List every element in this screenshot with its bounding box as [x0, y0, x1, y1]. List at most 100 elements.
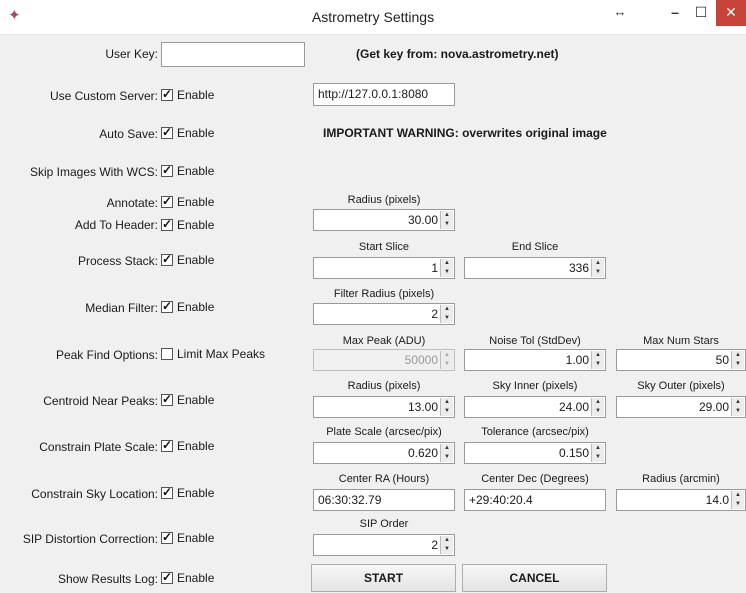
spinner-arrows[interactable]: ▲ ▼: [440, 536, 453, 554]
sky-inner-spinner[interactable]: 24.00 ▲ ▼: [464, 396, 606, 418]
spinner-arrows[interactable]: ▲ ▼: [591, 259, 604, 277]
checkbox-box[interactable]: [161, 299, 173, 313]
title-bar: ✦ Astrometry Settings ↔ – ☐ ✕: [0, 0, 746, 35]
checkbox-text: Enable: [177, 393, 215, 407]
filter-radius-header: Filter Radius (pixels): [333, 288, 435, 300]
tolerance-spinner[interactable]: 0.150 ▲ ▼: [464, 442, 606, 464]
center-ra-input[interactable]: 06:30:32.79: [313, 489, 455, 511]
skip-wcs-checkbox[interactable]: Enable: [161, 163, 214, 178]
spin-down-icon[interactable]: ▼: [732, 500, 744, 509]
annotate-checkbox[interactable]: Enable: [161, 194, 214, 209]
plate-scale-label: Constrain Plate Scale:: [39, 440, 158, 454]
spinner-arrows[interactable]: ▲ ▼: [440, 398, 453, 416]
spin-down-icon[interactable]: ▼: [592, 360, 604, 369]
spinner-value: 2: [431, 538, 438, 552]
spinner-arrows[interactable]: ▲ ▼: [731, 351, 744, 369]
spin-down-icon[interactable]: ▼: [441, 314, 453, 323]
checkbox-box[interactable]: [161, 530, 173, 544]
maximize-icon[interactable]: ☐: [688, 0, 714, 26]
spinner-arrows[interactable]: ▲ ▼: [591, 351, 604, 369]
spinner-arrows[interactable]: ▲ ▼: [731, 491, 744, 509]
checkbox-text: Enable: [177, 439, 215, 453]
end-slice-spinner[interactable]: 336 ▲ ▼: [464, 257, 606, 279]
window-title: Astrometry Settings: [311, 9, 435, 25]
spinner-arrows[interactable]: ▲ ▼: [591, 398, 604, 416]
minimize-icon[interactable]: –: [662, 0, 688, 26]
spinner-value: 336: [568, 261, 589, 275]
plate-scale-spinner[interactable]: 0.620 ▲ ▼: [313, 442, 455, 464]
checkbox-box[interactable]: [161, 485, 173, 499]
checkbox-box[interactable]: [161, 125, 173, 139]
center-dec-header: Center Dec (Degrees): [481, 473, 589, 485]
checkbox-box[interactable]: [161, 217, 173, 231]
start-button[interactable]: START: [311, 564, 456, 592]
spin-down-icon[interactable]: ▼: [732, 360, 744, 369]
noise-tol-header: Noise Tol (StdDev): [489, 335, 581, 347]
tolerance-header: Tolerance (arcsec/pix): [481, 426, 589, 438]
cancel-button[interactable]: CANCEL: [462, 564, 607, 592]
spinner-value: 50000: [404, 353, 438, 367]
start-slice-header: Start Slice: [358, 241, 410, 253]
median-filter-checkbox[interactable]: Enable: [161, 299, 215, 314]
spin-down-icon[interactable]: ▼: [592, 453, 604, 462]
centroid-radius-spinner[interactable]: 13.00 ▲ ▼: [313, 396, 455, 418]
spinner-arrows[interactable]: ▲ ▼: [440, 259, 453, 277]
sky-outer-spinner[interactable]: 29.00 ▲ ▼: [616, 396, 746, 418]
checkbox-box[interactable]: [161, 348, 173, 360]
spinner-arrows[interactable]: ▲ ▼: [440, 211, 453, 229]
sip-checkbox[interactable]: Enable: [161, 530, 215, 545]
add-to-header-checkbox[interactable]: Enable: [161, 217, 215, 232]
sip-order-spinner[interactable]: 2 ▲ ▼: [313, 534, 455, 556]
median-filter-label: Median Filter:: [85, 301, 158, 315]
spin-down-icon[interactable]: ▼: [592, 268, 604, 277]
checkbox-text: Enable: [177, 300, 215, 314]
spinner-arrows[interactable]: ▲ ▼: [440, 305, 453, 323]
spinner-value: 13.00: [407, 400, 438, 414]
checkbox-box[interactable]: [161, 252, 173, 266]
custom-server-checkbox[interactable]: Enable: [161, 87, 214, 102]
checkbox-box[interactable]: [161, 194, 173, 208]
close-icon[interactable]: ✕: [716, 0, 746, 26]
spin-down-icon[interactable]: ▼: [441, 545, 453, 554]
spin-down-icon[interactable]: ▼: [441, 268, 453, 277]
checkbox-box[interactable]: [161, 163, 173, 177]
spinner-arrows: ▲ ▼: [440, 351, 453, 369]
results-log-label: Show Results Log:: [57, 572, 158, 586]
server-url-input[interactable]: http://127.0.0.1:8080: [313, 83, 455, 106]
checkbox-text: Enable: [177, 126, 215, 140]
start-slice-spinner[interactable]: 1 ▲ ▼: [313, 257, 455, 279]
checkbox-text: Enable: [177, 218, 215, 232]
spin-down-icon[interactable]: ▼: [592, 407, 604, 416]
filter-radius-spinner[interactable]: 2 ▲ ▼: [313, 303, 455, 325]
checkbox-box[interactable]: [161, 438, 173, 452]
checkbox-box[interactable]: [161, 87, 173, 101]
spinner-arrows[interactable]: ▲ ▼: [591, 444, 604, 462]
max-num-stars-spinner[interactable]: 50 ▲ ▼: [616, 349, 746, 371]
plate-scale-checkbox[interactable]: Enable: [161, 438, 215, 453]
auto-save-checkbox[interactable]: Enable: [161, 125, 215, 140]
annotate-radius-spinner[interactable]: 30.00 ▲ ▼: [313, 209, 455, 231]
spinner-value: 30.00: [407, 213, 438, 227]
checkbox-box[interactable]: [161, 570, 173, 584]
spin-down-icon[interactable]: ▼: [441, 453, 453, 462]
limit-max-peaks-checkbox[interactable]: Limit Max Peaks: [161, 347, 265, 361]
centroid-checkbox[interactable]: Enable: [161, 392, 215, 407]
spin-down-icon[interactable]: ▼: [732, 407, 744, 416]
centroid-label: Centroid Near Peaks:: [43, 394, 158, 408]
checkbox-box[interactable]: [161, 392, 173, 406]
noise-tol-spinner[interactable]: 1.00 ▲ ▼: [464, 349, 606, 371]
process-stack-checkbox[interactable]: Enable: [161, 252, 214, 267]
resize-arrows-icon[interactable]: ↔: [608, 0, 632, 26]
spinner-arrows[interactable]: ▲ ▼: [440, 444, 453, 462]
center-dec-input[interactable]: +29:40:20.4: [464, 489, 606, 511]
spinner-value: 14.0: [705, 493, 729, 507]
results-log-checkbox[interactable]: Enable: [161, 570, 214, 585]
settings-panel: User Key: (Get key from: nova.astrometry…: [0, 35, 746, 593]
checkbox-text: Enable: [177, 531, 215, 545]
spin-down-icon[interactable]: ▼: [441, 407, 453, 416]
spin-down-icon[interactable]: ▼: [441, 220, 453, 229]
search-radius-spinner[interactable]: 14.0 ▲ ▼: [616, 489, 746, 511]
user-key-input[interactable]: [161, 42, 305, 67]
sky-location-checkbox[interactable]: Enable: [161, 485, 214, 500]
spinner-arrows[interactable]: ▲ ▼: [731, 398, 744, 416]
